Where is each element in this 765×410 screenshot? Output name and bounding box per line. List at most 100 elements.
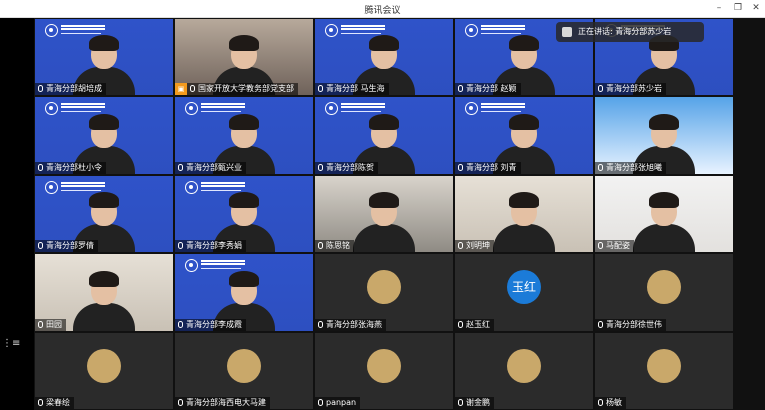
minimize-icon[interactable]: – — [712, 2, 726, 15]
participant-namebar: 青海分部陈贺 — [315, 161, 378, 174]
participant-video — [349, 190, 419, 253]
participant-name: 青海分部 马生海 — [326, 84, 385, 94]
participant-name: 马配姿 — [606, 241, 630, 251]
mic-icon — [598, 242, 603, 250]
mic-icon — [458, 163, 463, 171]
participant-namebar: 青海分部罗倩 — [35, 240, 98, 253]
mic-icon — [318, 398, 323, 406]
participant-namebar: 青海分部张旭曦 — [595, 161, 666, 174]
collapse-handle[interactable]: ⋮≡ — [2, 338, 20, 349]
participant-name: 青海分部陈贺 — [326, 162, 374, 172]
mic-icon — [38, 85, 43, 93]
participant-tile[interactable]: 杨敏 — [594, 331, 734, 410]
participant-tile[interactable]: 青海分部罗倩 — [34, 174, 174, 254]
participant-namebar: 青海分部 马生海 — [315, 83, 389, 96]
mic-icon — [190, 85, 195, 93]
mic-icon — [178, 320, 183, 328]
participant-namebar: 陈思铭 — [315, 240, 354, 253]
mic-icon — [318, 320, 323, 328]
participant-name: 青海分部李成霞 — [186, 319, 242, 329]
mic-icon — [318, 85, 323, 93]
participant-namebar: 青海分部苏少岩 — [595, 83, 666, 96]
mic-icon — [178, 398, 183, 406]
participant-tile[interactable]: 玉红 赵玉红 — [454, 253, 594, 332]
participant-avatar — [367, 270, 401, 305]
participant-name: 青海分部杜小令 — [46, 162, 102, 172]
mic-icon — [598, 320, 603, 328]
participant-namebar: 青海分部 刘青 — [455, 161, 521, 174]
participant-avatar — [367, 348, 401, 383]
participant-name: 刘明坤 — [466, 241, 490, 251]
participant-tile[interactable]: 青海分部张旭曦 — [594, 96, 734, 175]
mic-icon — [598, 163, 603, 171]
participant-name: 青海分部甄兴业 — [186, 162, 242, 172]
participant-tile[interactable]: 青海分部甄兴业 — [174, 96, 314, 175]
participant-name: 赵玉红 — [466, 319, 490, 329]
participant-name: 杨敏 — [606, 397, 622, 407]
participant-tile[interactable]: 青海分部海西电大马建 — [174, 331, 314, 410]
participant-tile[interactable]: 谢金鹏 — [454, 331, 594, 410]
participant-tile[interactable]: 田园 — [34, 253, 174, 332]
participant-name: 国家开放大学教务部党支部 — [198, 84, 294, 94]
window-title: 腾讯会议 — [364, 6, 401, 16]
participant-tile[interactable]: 青海分部李成霞 — [174, 253, 314, 332]
participant-avatar — [647, 270, 681, 305]
mic-icon — [38, 398, 43, 406]
participant-namebar: 刘明坤 — [455, 240, 494, 253]
participant-name: 田园 — [46, 319, 62, 329]
participant-namebar: ▣ 国家开放大学教务部党支部 — [175, 83, 298, 96]
participant-tile[interactable]: 马配姿 — [594, 174, 734, 254]
participant-tile[interactable]: 青海分部 马生海 — [314, 18, 454, 97]
participant-name: 青海分部 刘青 — [466, 162, 517, 172]
participant-tile[interactable]: panpan — [314, 331, 454, 410]
speaking-label: 正在讲话: 青海分部苏少岩 — [578, 27, 672, 36]
participant-name: 谢金鹏 — [466, 397, 490, 407]
participant-tile[interactable]: 青海分部徐世伟 — [594, 253, 734, 332]
participant-tile[interactable]: 陈思铭 — [314, 174, 454, 254]
mic-icon — [38, 320, 43, 328]
participant-name: 青海分部罗倩 — [46, 241, 94, 251]
participant-tile[interactable]: ▣ 国家开放大学教务部党支部 — [174, 18, 314, 97]
participant-name: 青海分部徐世伟 — [606, 319, 662, 329]
participant-avatar — [227, 348, 261, 383]
participant-namebar: 青海分部胡培成 — [35, 83, 106, 96]
participant-tile[interactable]: 青海分部杜小令 — [34, 96, 174, 175]
mic-icon — [178, 163, 183, 171]
mic-icon — [318, 242, 323, 250]
participant-namebar: 梁春绘 — [35, 396, 74, 409]
participant-tile[interactable]: 刘明坤 — [454, 174, 594, 254]
participant-name: 青海分部李秀娟 — [186, 241, 242, 251]
mic-icon — [38, 163, 43, 171]
participant-namebar: 田园 — [35, 318, 66, 331]
speaking-indicator: 正在讲话: 青海分部苏少岩 — [556, 22, 704, 42]
mic-icon — [598, 398, 603, 406]
title-bar: 腾讯会议 – ❐ ✕ — [0, 0, 765, 18]
participant-name: 青海分部苏少岩 — [606, 84, 662, 94]
participant-namebar: 谢金鹏 — [455, 396, 494, 409]
participant-avatar — [647, 348, 681, 383]
participant-namebar: 青海分部李成霞 — [175, 318, 246, 331]
participant-namebar: 青海分部 赵颖 — [455, 83, 521, 96]
participant-avatar — [507, 348, 541, 383]
maximize-icon[interactable]: ❐ — [731, 2, 745, 15]
participant-tile[interactable]: 青海分部 刘青 — [454, 96, 594, 175]
participant-video — [69, 269, 139, 331]
participant-name: 陈思铭 — [326, 241, 350, 251]
participant-tile[interactable]: 青海分部张海燕 — [314, 253, 454, 332]
participant-namebar: 马配姿 — [595, 240, 634, 253]
participant-name: 青海分部胡培成 — [46, 84, 102, 94]
participant-namebar: panpan — [315, 396, 361, 409]
participant-tile[interactable]: 青海分部胡培成 — [34, 18, 174, 97]
mic-icon — [38, 242, 43, 250]
close-icon[interactable]: ✕ — [749, 2, 763, 15]
mic-icon — [318, 163, 323, 171]
participant-tile[interactable]: 青海分部李秀娟 — [174, 174, 314, 254]
participant-tile[interactable]: 梁春绘 — [34, 331, 174, 410]
mic-icon — [598, 85, 603, 93]
participant-tile[interactable]: 青海分部陈贺 — [314, 96, 454, 175]
mic-icon — [458, 320, 463, 328]
participant-namebar: 青海分部海西电大马建 — [175, 396, 270, 409]
host-icon: ▣ — [175, 83, 187, 96]
participant-name: 青海分部 赵颖 — [466, 84, 517, 94]
participant-video — [629, 190, 699, 253]
